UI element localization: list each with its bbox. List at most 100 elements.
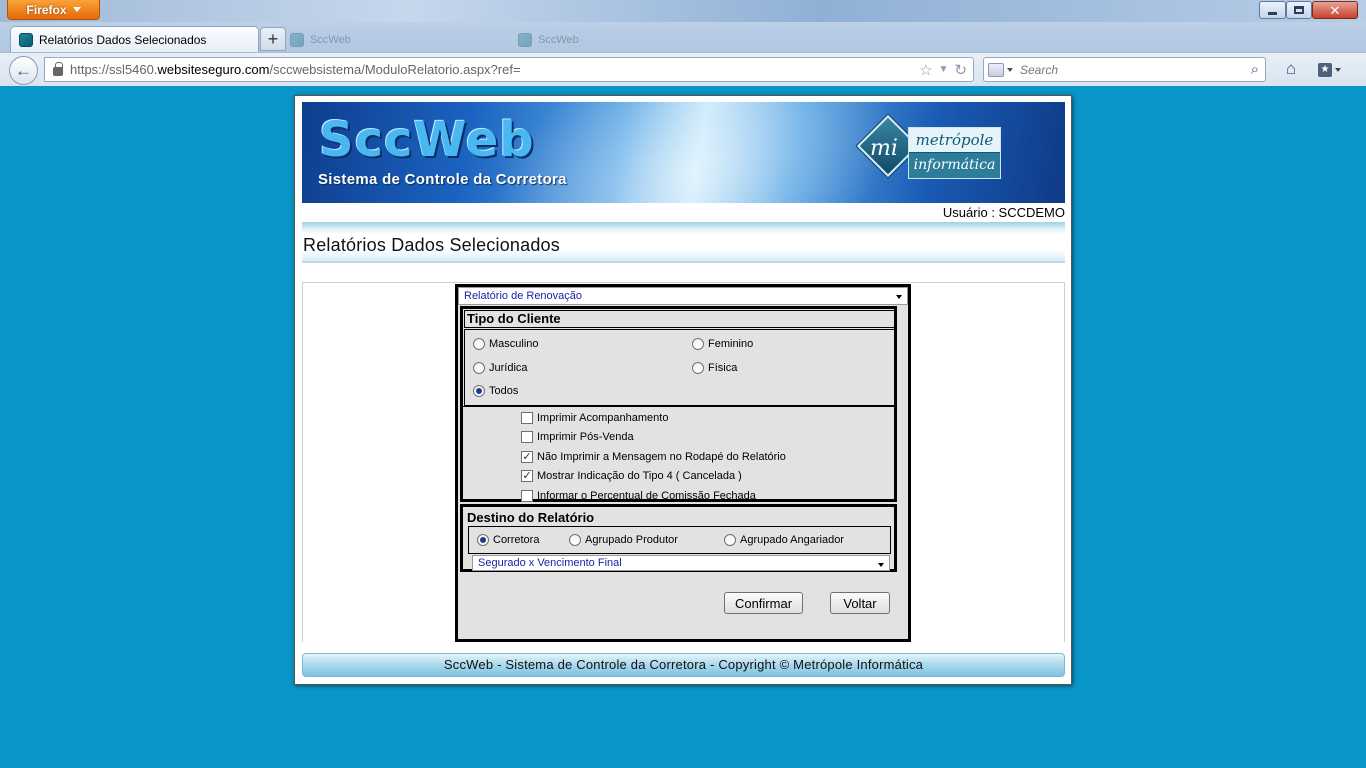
back-page-button[interactable]: Voltar	[830, 592, 890, 614]
radio-juridica[interactable]: Jurídica	[473, 362, 528, 374]
radio-feminino[interactable]: Feminino	[692, 338, 753, 350]
checkbox-box[interactable]	[521, 431, 533, 443]
checkbox-label: Informar o Percentual de Comissão Fechad…	[537, 490, 756, 502]
maximize-button[interactable]	[1286, 1, 1312, 19]
radio-label: Feminino	[708, 338, 754, 350]
browser-chrome: Firefox ✕ Relatórios Dados Selecionados …	[0, 0, 1366, 86]
maximize-icon	[1294, 6, 1304, 14]
firefox-menu-label: Firefox	[26, 2, 67, 17]
url-host: websiteseguro.com	[157, 62, 270, 77]
checkbox-label: Mostrar Indicação do Tipo 4 ( Cancelada …	[537, 470, 742, 482]
search-bar[interactable]: Search ⌕	[983, 57, 1266, 82]
title-bar-stripe	[302, 222, 1065, 230]
checkbox-box[interactable]	[521, 490, 533, 502]
bookmarks-icon: ★	[1318, 62, 1332, 77]
url-bar-actions: ☆ ▼ ↻	[919, 61, 967, 79]
firefox-menu-button[interactable]: Firefox	[7, 0, 100, 20]
radio-circle-selected[interactable]	[473, 385, 485, 397]
current-user-label: Usuário : SCCDEMO	[942, 205, 1065, 220]
checkbox-label: Não Imprimir a Mensagem no Rodapé do Rel…	[537, 451, 786, 463]
client-type-heading: Tipo do Cliente	[464, 310, 895, 328]
confirm-button[interactable]: Confirmar	[724, 592, 803, 614]
reload-icon[interactable]: ↻	[954, 61, 967, 79]
checkmark-icon[interactable]: ✓	[521, 470, 533, 482]
radio-circle[interactable]	[724, 534, 736, 546]
back-button[interactable]: ←	[9, 56, 38, 85]
radio-circle[interactable]	[692, 362, 704, 374]
radio-label: Jurídica	[489, 362, 528, 374]
chevron-down-icon	[896, 295, 902, 299]
tab-strip: Relatórios Dados Selecionados + SccWeb S…	[0, 22, 1366, 52]
bookmark-star-icon[interactable]: ☆	[919, 61, 932, 79]
background-tab-ghost-2: SccWeb	[518, 30, 579, 50]
arrow-left-icon: ←	[15, 60, 32, 80]
navigation-toolbar: ← https://ssl5460. websiteseguro.com/sccw…	[0, 52, 1366, 86]
checkbox-imprimir-pos-venda[interactable]: Imprimir Pós-Venda	[521, 431, 634, 443]
radio-label: Todos	[489, 385, 519, 397]
report-form-panel: Relatório de Renovação Tipo do Cliente M…	[455, 284, 911, 642]
checkbox-nao-imprimir-mensagem[interactable]: ✓ Não Imprimir a Mensagem no Rodapé do R…	[521, 451, 786, 463]
url-bar[interactable]: https://ssl5460. websiteseguro.com/sccweb…	[44, 57, 974, 82]
page-footer: SccWeb - Sistema de Controle da Corretor…	[302, 653, 1065, 677]
radio-circle-selected[interactable]	[477, 534, 489, 546]
background-tab-ghost-1: SccWeb	[290, 30, 351, 50]
ghost-tab-title: SccWeb	[310, 34, 351, 46]
report-order-value: Segurado x Vencimento Final	[478, 557, 622, 569]
site-favicon-icon	[518, 33, 532, 47]
radio-label: Corretora	[493, 534, 540, 546]
page-frame: SccWeb Sistema de Controle da Corretora …	[294, 95, 1072, 685]
report-order-select[interactable]: Segurado x Vencimento Final	[472, 555, 890, 571]
close-window-button[interactable]: ✕	[1312, 1, 1358, 19]
page-title-bar: Relatórios Dados Selecionados	[302, 222, 1065, 263]
checkbox-percentual-comissao[interactable]: Informar o Percentual de Comissão Fechad…	[521, 490, 756, 502]
radio-circle[interactable]	[569, 534, 581, 546]
window-titlebar: Firefox ✕	[0, 0, 1366, 22]
checkbox-mostrar-indicacao-tipo4[interactable]: ✓ Mostrar Indicação do Tipo 4 ( Cancelad…	[521, 470, 742, 482]
print-options: Imprimir Acompanhamento Imprimir Pós-Ven…	[463, 406, 896, 502]
company-logo: mi metrópole informática	[856, 114, 1004, 182]
radio-masculino[interactable]: Masculino	[473, 338, 539, 350]
client-type-section: Tipo do Cliente Masculino Feminino Juríd…	[460, 306, 897, 502]
search-input[interactable]: Search	[1020, 63, 1058, 77]
bookmarks-menu-button[interactable]: ★	[1318, 61, 1348, 78]
report-type-value: Relatório de Renovação	[464, 290, 583, 302]
minimize-button[interactable]	[1259, 1, 1286, 19]
radio-corretora[interactable]: Corretora	[477, 534, 539, 546]
history-dropdown-icon[interactable]: ▼	[939, 61, 949, 79]
tab-title: Relatórios Dados Selecionados	[39, 32, 207, 47]
checkbox-imprimir-acompanhamento[interactable]: Imprimir Acompanhamento	[521, 412, 668, 424]
radio-circle[interactable]	[473, 362, 485, 374]
chevron-down-icon	[1335, 67, 1341, 72]
radio-circle[interactable]	[692, 338, 704, 350]
radio-agrupado-angariador[interactable]: Agrupado Angariador	[724, 534, 844, 546]
radio-fisica[interactable]: Física	[692, 362, 737, 374]
page-title: Relatórios Dados Selecionados	[303, 235, 560, 255]
checkbox-box[interactable]	[521, 412, 533, 424]
report-destination-section: Destino do Relatório Corretora Agrupado …	[460, 504, 897, 572]
radio-circle[interactable]	[473, 338, 485, 350]
site-banner: SccWeb Sistema de Controle da Corretora …	[302, 102, 1065, 203]
logo-wordmark-bottom: informática	[909, 153, 1000, 178]
new-tab-button[interactable]: +	[260, 27, 286, 51]
logo-mark: mi	[870, 136, 898, 161]
search-engine-icon[interactable]	[988, 62, 1004, 77]
radio-label: Física	[708, 362, 738, 374]
checkbox-label: Imprimir Pós-Venda	[537, 431, 634, 443]
minimize-icon	[1268, 11, 1277, 15]
search-icon[interactable]: ⌕	[1251, 61, 1259, 78]
tab-relatorios[interactable]: Relatórios Dados Selecionados	[10, 26, 259, 52]
ghost-tab-title: SccWeb	[538, 34, 579, 46]
brand-subtitle: Sistema de Controle da Corretora	[318, 171, 567, 188]
chevron-down-icon[interactable]	[1007, 67, 1013, 72]
checkmark-icon[interactable]: ✓	[521, 451, 533, 463]
client-type-options: Masculino Feminino Jurídica Física Todos	[464, 329, 895, 406]
chevron-down-icon	[72, 7, 81, 12]
radio-agrupado-produtor[interactable]: Agrupado Produtor	[569, 534, 678, 546]
logo-wordmark: metrópole informática	[908, 127, 1001, 179]
plus-icon: +	[267, 28, 279, 49]
home-button[interactable]: ⌂	[1281, 60, 1301, 78]
chevron-down-icon	[878, 563, 884, 567]
brand-title: SccWeb	[319, 112, 535, 168]
report-type-select[interactable]: Relatório de Renovação	[458, 287, 908, 305]
radio-todos[interactable]: Todos	[473, 385, 518, 397]
